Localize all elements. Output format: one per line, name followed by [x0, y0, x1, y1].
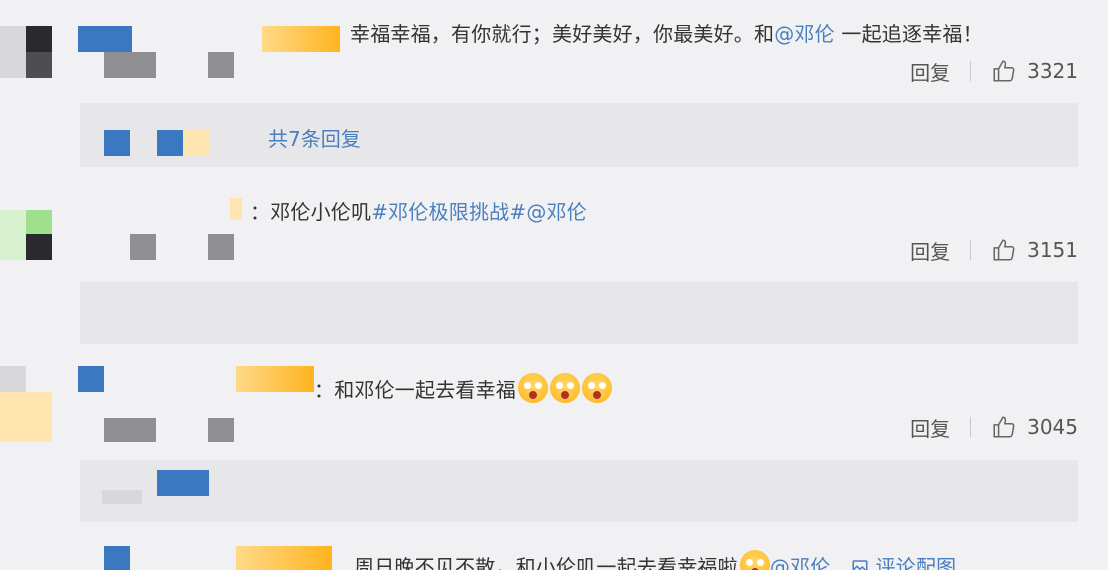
user-meta-1b [208, 52, 234, 78]
avatar-2-block [26, 210, 52, 234]
view-picture-label: 评论配图 [875, 555, 957, 570]
avatar-1[interactable] [0, 26, 26, 52]
reply-avatar [104, 130, 130, 156]
username-3[interactable] [78, 366, 104, 392]
reply-button[interactable]: 回复 [910, 57, 950, 86]
reply-avatar [157, 470, 209, 496]
avatar-2[interactable] [0, 210, 26, 234]
like-count: 3151 [1027, 238, 1078, 262]
avatar-1-block [26, 26, 52, 52]
divider [970, 240, 972, 260]
avatar-3[interactable] [0, 366, 26, 392]
view-picture-link[interactable]: 评论配图 [851, 555, 956, 570]
like-button[interactable]: 3045 [991, 414, 1078, 440]
like-button[interactable]: 3151 [991, 237, 1078, 263]
comment-3-body: ：和邓伦一起去看幸福 [314, 378, 516, 402]
reply-avatar [183, 130, 209, 156]
topic-link[interactable]: #邓伦极限挑战# [371, 200, 526, 224]
like-count: 3321 [1027, 59, 1078, 83]
avatar-3-block [0, 392, 26, 418]
user-meta-2 [130, 234, 156, 260]
user-meta-2b [208, 234, 234, 260]
comment-1-body-end: 一起追逐幸福！ [834, 22, 983, 46]
user-meta-1 [104, 52, 156, 78]
replies-box [80, 460, 1078, 522]
avatar-1-block [26, 52, 52, 78]
user-meta-3b [208, 418, 234, 442]
reply-avatar [157, 130, 183, 156]
comment-1-text: 幸福幸福，有你就行；美好美好，你最美好。和@邓伦 一起追逐幸福！ [350, 18, 983, 47]
thumbs-up-icon [993, 239, 1015, 261]
scared-face-emoji [739, 550, 770, 570]
picture-icon [852, 560, 868, 570]
scared-face-emoji [582, 373, 612, 403]
view-replies-link[interactable]: 共7条回复 [268, 123, 361, 152]
comment-2-actions: 回复 3151 [910, 235, 1078, 265]
comment-feed: 幸福幸福，有你就行；美好美好，你最美好。和@邓伦 一起追逐幸福！ 回复 3321… [0, 0, 1108, 570]
avatar-2-block [26, 234, 52, 260]
user-meta-3 [104, 418, 156, 442]
comment-1-actions: 回复 3321 [910, 56, 1078, 86]
mention-link[interactable]: @邓伦 [770, 555, 831, 570]
divider [970, 417, 972, 437]
comment-1-body: 幸福幸福，有你就行；美好美好，你最美好。和 [350, 22, 775, 46]
thumbs-up-icon [993, 416, 1015, 438]
user-badge-3 [236, 366, 314, 392]
scared-face-emoji [550, 373, 580, 403]
comment-3-text: ：和邓伦一起去看幸福 [314, 373, 612, 403]
avatar-1-block [0, 52, 26, 78]
username-2[interactable] [230, 198, 242, 220]
mention-link[interactable]: @邓伦 [526, 200, 587, 224]
username-1[interactable] [78, 26, 132, 52]
reply-button[interactable]: 回复 [910, 413, 950, 442]
avatar-2-block [0, 234, 26, 260]
comment-4-body: 周日晚不见不散，和小伦叽一起去看幸福啦 [354, 555, 738, 570]
comment-4-text: 周日晚不见不散，和小伦叽一起去看幸福啦 @邓伦 评论配图 [354, 550, 956, 570]
avatar-3-block [26, 392, 52, 418]
username-4[interactable] [104, 546, 130, 570]
reply-button[interactable]: 回复 [910, 236, 950, 265]
scared-face-emoji [518, 373, 548, 403]
comment-2-body: ：邓伦小伦叽 [250, 200, 372, 224]
reply-label-blurred [102, 490, 142, 504]
like-count: 3045 [1027, 415, 1078, 439]
comment-3-actions: 回复 3045 [910, 412, 1078, 442]
thumbs-up-icon [993, 60, 1015, 82]
user-badge-4 [236, 546, 332, 570]
avatar-3-block [0, 418, 52, 442]
replies-box-empty [80, 282, 1078, 344]
user-badge-1 [262, 26, 340, 52]
comment-2-text: ：邓伦小伦叽#邓伦极限挑战#@邓伦 [250, 196, 587, 225]
mention-link[interactable]: @邓伦 [774, 22, 835, 46]
divider [970, 61, 972, 81]
replies-box: 共7条回复 [80, 103, 1078, 167]
like-button[interactable]: 3321 [991, 58, 1078, 84]
